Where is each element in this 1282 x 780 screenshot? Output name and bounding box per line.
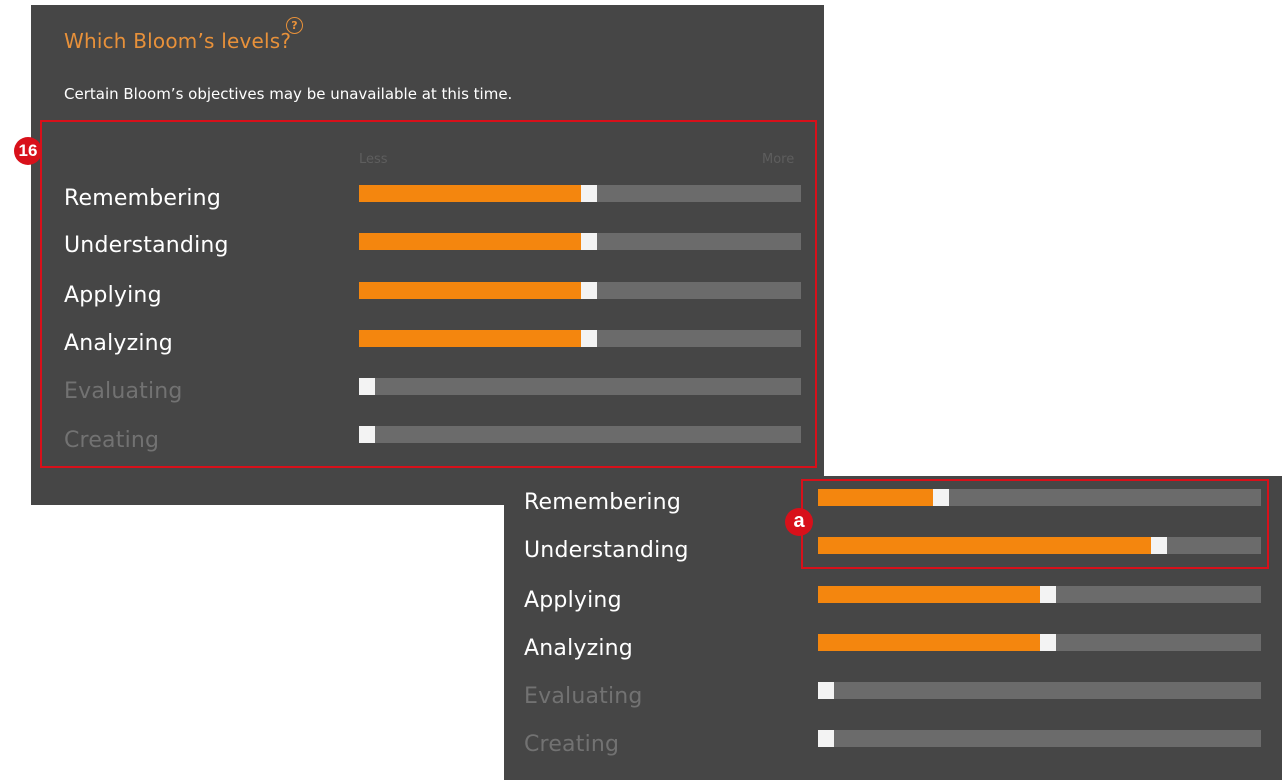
slider-thumb[interactable] — [1040, 634, 1056, 651]
callout-badge: 16 — [14, 137, 42, 165]
callout-badge: a — [785, 508, 813, 536]
scale-less-label: Less — [359, 152, 388, 167]
slider-fill — [359, 330, 581, 347]
level-label-applying: Applying — [64, 283, 162, 308]
level-label-remembering: Remembering — [64, 186, 221, 211]
slider-fill — [818, 634, 1040, 651]
level-label-remembering: Remembering — [524, 490, 681, 515]
level-label-applying: Applying — [524, 588, 622, 613]
slider-thumb — [359, 378, 375, 395]
level-label-analyzing: Analyzing — [64, 331, 173, 356]
slider-thumb — [818, 682, 834, 699]
slider-thumb — [818, 730, 834, 747]
slider-thumb[interactable] — [581, 185, 597, 202]
slider-thumb[interactable] — [1151, 537, 1167, 554]
question-circle-icon[interactable]: ? — [286, 17, 303, 34]
slider-thumb[interactable] — [581, 330, 597, 347]
slider-remembering[interactable] — [818, 489, 1261, 506]
slider-applying[interactable] — [818, 586, 1261, 603]
slider-evaluating — [818, 682, 1261, 699]
slider-creating — [818, 730, 1261, 747]
level-label-analyzing: Analyzing — [524, 636, 633, 661]
level-label-evaluating: Evaluating — [64, 379, 183, 404]
level-label-understanding: Understanding — [64, 233, 229, 258]
slider-thumb[interactable] — [933, 489, 949, 506]
level-label-creating: Creating — [524, 732, 620, 757]
slider-applying[interactable] — [359, 282, 801, 299]
slider-understanding[interactable] — [818, 537, 1261, 554]
slider-remembering[interactable] — [359, 185, 801, 202]
level-label-evaluating: Evaluating — [524, 684, 643, 709]
slider-fill — [359, 282, 581, 299]
slider-evaluating — [359, 378, 801, 395]
panel-title: Which Bloom’s levels? — [64, 29, 292, 53]
slider-fill — [818, 586, 1040, 603]
slider-thumb[interactable] — [581, 233, 597, 250]
slider-fill — [359, 185, 581, 202]
level-label-understanding: Understanding — [524, 538, 689, 563]
slider-analyzing[interactable] — [359, 330, 801, 347]
slider-thumb[interactable] — [581, 282, 597, 299]
slider-analyzing[interactable] — [818, 634, 1261, 651]
slider-fill — [818, 537, 1151, 554]
slider-fill — [359, 233, 581, 250]
scale-more-label: More — [762, 152, 795, 167]
slider-thumb — [359, 426, 375, 443]
slider-understanding[interactable] — [359, 233, 801, 250]
slider-thumb[interactable] — [1040, 586, 1056, 603]
level-label-creating: Creating — [64, 428, 160, 453]
slider-creating — [359, 426, 801, 443]
availability-note: Certain Bloom’s objectives may be unavai… — [64, 85, 513, 103]
slider-fill — [818, 489, 933, 506]
